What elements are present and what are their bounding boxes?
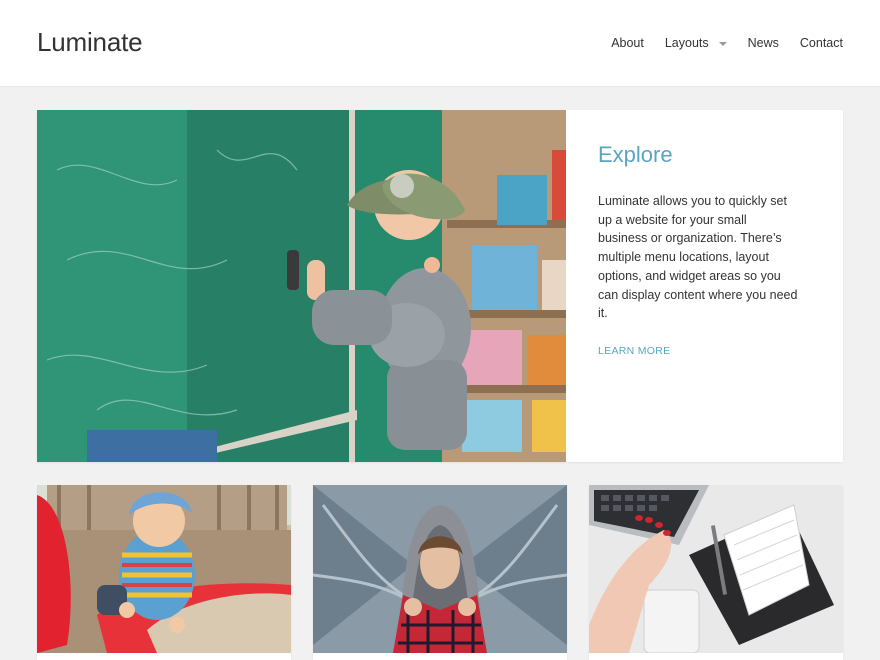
nav-item-layouts[interactable]: Layouts — [665, 36, 727, 50]
hero-title: Explore — [598, 142, 673, 167]
nav-item-about[interactable]: About — [611, 36, 644, 50]
hero-description: Luminate allows you to quickly set up a … — [598, 194, 798, 321]
card-1[interactable] — [37, 485, 291, 660]
main-nav: About Layouts News Contact — [590, 36, 843, 50]
site-header: Luminate About Layouts News Contact — [0, 0, 880, 87]
hero-section: Explore Luminate allows you to quickly s… — [37, 110, 843, 462]
site-logo[interactable]: Luminate — [37, 27, 143, 58]
chevron-down-icon — [718, 41, 727, 46]
nav-item-news[interactable]: News — [748, 36, 779, 50]
learn-more-link[interactable]: LEARN MORE — [598, 345, 670, 357]
nav-item-contact[interactable]: Contact — [800, 36, 843, 50]
nav-item-layouts-label: Layouts — [664, 36, 709, 50]
hero-content: Explore Luminate allows you to quickly s… — [598, 142, 798, 359]
card-image-desk-laptop — [589, 485, 843, 653]
card-3[interactable] — [589, 485, 843, 660]
card-2[interactable] — [313, 485, 567, 660]
card-image-child-sandbox — [37, 485, 291, 653]
card-image-woman-hood — [313, 485, 567, 653]
hero-image — [37, 110, 566, 462]
